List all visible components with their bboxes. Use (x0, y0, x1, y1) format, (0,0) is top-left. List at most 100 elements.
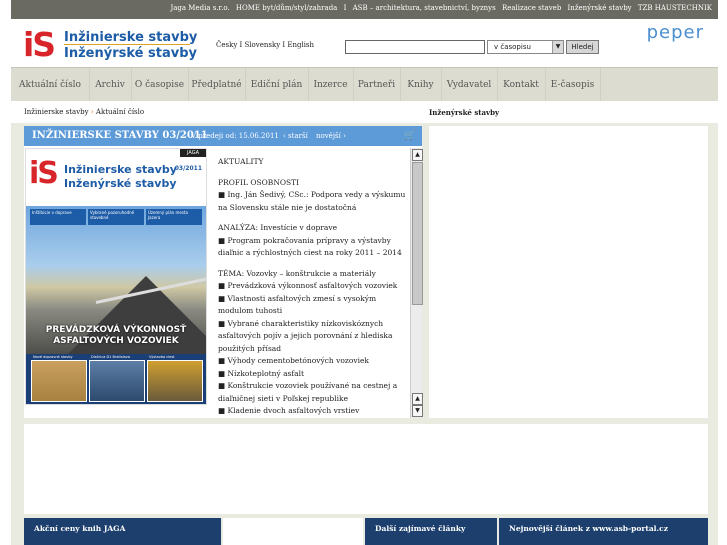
top-link-home[interactable]: HOME byt/dům/styl/zahrada (236, 4, 337, 12)
top-link-sep: I (343, 4, 347, 12)
scroll-up-icon[interactable]: ▲ (412, 393, 423, 405)
issue-contents: AKTUALITY PROFIL OSOBNOSTI ■ Ing. Ján Še… (218, 156, 408, 416)
breadcrumb: Inžinierske stavby › Aktuální číslo (24, 108, 144, 116)
cover-thumb-label: Nové dopravné stavby (33, 355, 73, 359)
top-links: Jaga Media s.r.o. HOME byt/dům/styl/zahr… (166, 4, 712, 12)
nav-item-edicni-plan[interactable]: Ediční plán (245, 68, 309, 102)
latest-article-header: Nejnovější článek z www.asb-portal.cz (499, 518, 708, 545)
chevron-left-icon: ‹ (283, 132, 286, 140)
breadcrumb-arrow-icon: › (90, 108, 94, 116)
scroll-down-icon[interactable]: ▼ (412, 405, 423, 417)
issue-date: V predeji od: 15.06.2011 (191, 132, 279, 140)
toc-spacer (218, 169, 408, 177)
chevron-down-icon[interactable]: ▼ (552, 41, 563, 53)
scroll-up-icon[interactable]: ▲ (412, 149, 423, 161)
cover-bottom-strip: Nové dopravné stavby Diaľnica D1 Bratisl… (26, 354, 206, 404)
cover-logo-mark: iS (29, 156, 59, 191)
chevron-right-icon: › (343, 132, 346, 140)
top-link-tzb[interactable]: TZB HAUSTECHNIK (638, 4, 712, 12)
logo-line-2: Inženýrské stavby (64, 46, 197, 61)
breadcrumb-current: Aktuální číslo (95, 108, 145, 116)
nav-item-e-casopis[interactable]: E-časopis (545, 68, 601, 102)
more-articles-title[interactable]: Další zajímavé články (375, 524, 465, 533)
cover-title-line-2: Inženýrské stavby (64, 177, 177, 190)
breadcrumb-row: Inžinierske stavby › Aktuální číslo Inže… (11, 101, 718, 123)
language-switcher[interactable]: Česky I Slovensky I English (216, 41, 314, 49)
prev-issue-link[interactable]: ‹ starší (283, 132, 308, 140)
nav-item-predplatne[interactable]: Předplatné (188, 68, 246, 102)
top-link-realizace[interactable]: Realizace staveb (502, 4, 561, 12)
toc-spacer (218, 260, 408, 268)
prev-issue-label: starší (288, 132, 308, 140)
toc-heading[interactable]: AKTUALITY (218, 156, 408, 169)
scrollbar-thumb[interactable] (412, 162, 423, 305)
site-logo[interactable]: iS Inžinierske stavby Inženýrské stavby (23, 25, 197, 64)
cart-icon[interactable]: 🛒 (404, 130, 416, 141)
main-nav: Aktuální číslo Archiv O časopise Předpla… (11, 67, 718, 103)
nav-item-archiv[interactable]: Archiv (89, 68, 132, 102)
cover-publisher-badge: JAGA (180, 149, 206, 157)
toc-item[interactable]: ■ Vlastnosti asfaltových zmesí s vysokým… (218, 293, 408, 318)
nav-item-vydavatel[interactable]: Vydavatel (441, 68, 498, 102)
logo-mark: iS (23, 25, 56, 64)
toc-item[interactable]: ■ Výhody cementobetónových vozoviek (218, 355, 408, 368)
more-articles-header: Další zajímavé články (365, 518, 497, 545)
partner-logo[interactable]: peper (647, 22, 704, 43)
toc-heading[interactable]: TÉMA: Vozovky – konštrukcie a materiály (218, 268, 408, 281)
cover-title-line-1: Inžinierske stavby (64, 163, 177, 176)
cover-teaser: Vybrané pozoruhodné stavebné (88, 209, 144, 225)
cover-teaser: Inštitúcie v doprave (30, 209, 86, 225)
next-issue-link[interactable]: novější › (316, 132, 346, 140)
toc-item[interactable]: ■ Nízkoteplotný asfalt (218, 368, 408, 381)
logo-line-1: Inžinierske stavby (64, 30, 198, 45)
toc-heading[interactable]: PROFIL OSOBNOSTI (218, 177, 408, 190)
nav-item-kontakt[interactable]: Kontakt (497, 68, 546, 102)
cover-headline-2: ASFALTOVÝCH VOZOVIEK (53, 336, 179, 346)
cover-thumb: Nové dopravné stavby (31, 355, 87, 402)
latest-article-title[interactable]: Nejnovější článek z www.asb-portal.cz (509, 524, 668, 533)
search-input[interactable] (345, 40, 485, 54)
right-column-title: Inženýrské stavby (429, 108, 500, 117)
blank-box (223, 518, 363, 545)
top-link-jaga[interactable]: Jaga Media s.r.o. (170, 4, 229, 12)
breadcrumb-home[interactable]: Inžinierske stavby (24, 108, 89, 116)
cover-teaser: Územný plán mesta Jazera (146, 209, 202, 225)
toc-heading[interactable]: ANALÝZA: Investície v doprave (218, 222, 408, 235)
search-button[interactable]: Hledej (566, 40, 599, 54)
books-box-title[interactable]: Akční ceny knih JAGA (34, 524, 125, 533)
toc-item[interactable]: ■ Program pokračovania prípravy a výstav… (218, 235, 408, 260)
issue-title: INŽINIERSKE STAVBY 03/2011 (32, 130, 208, 141)
toc-item[interactable]: ■ Prevádzková výkonnosť asfaltových vozo… (218, 280, 408, 293)
toc-item[interactable]: ■ Ing. Ján Šedivý, CSc.: Podpora vedy a … (218, 189, 408, 214)
top-link-inzenyrske[interactable]: Inženýrské stavby (568, 4, 632, 12)
top-link-asb[interactable]: ASB – architektura, stavebnictví, byznys (353, 4, 496, 12)
cover-teasers: Inštitúcie v doprave Vybrané pozoruhodné… (30, 209, 202, 227)
top-bar: Jaga Media s.r.o. HOME byt/dům/styl/zahr… (11, 0, 718, 19)
cover-headline-1: PREVÁDZKOVÁ VÝKONNOSŤ (45, 325, 187, 335)
next-issue-label: novější (316, 132, 341, 140)
nav-item-knihy[interactable]: Knihy (400, 68, 442, 102)
contents-scrollbar[interactable]: ▲ ▲ ▼ (410, 148, 423, 418)
toc-item[interactable]: ■ Konštrukcie vozoviek používané na cest… (218, 380, 408, 405)
nav-item-partneri[interactable]: Partneři (353, 68, 401, 102)
header: iS Inžinierske stavby Inženýrské stavby … (11, 19, 718, 67)
current-issue-panel: INŽINIERSKE STAVBY 03/2011 V predeji od:… (24, 126, 423, 418)
toc-item[interactable]: ■ Vybrané charakteristiky nízkoviskóznyc… (218, 318, 408, 356)
search-scope-value: v časopisu (494, 43, 531, 51)
issue-cover[interactable]: JAGA iS Inžinierske stavby Inženýrské st… (25, 148, 207, 405)
issue-header: INŽINIERSKE STAVBY 03/2011 V predeji od:… (24, 126, 422, 146)
cover-thumb: Výstavba ciest (147, 355, 203, 402)
nav-item-o-casopise[interactable]: O časopise (131, 68, 189, 102)
page: Jaga Media s.r.o. HOME byt/dům/styl/zahr… (11, 0, 718, 545)
cover-masthead: JAGA iS Inžinierske stavby Inženýrské st… (26, 149, 206, 205)
cover-thumb-label: Výstavba ciest (149, 355, 175, 359)
toc-spacer (218, 214, 408, 222)
nav-item-inzerce[interactable]: Inzerce (308, 68, 354, 102)
right-column-panel (429, 126, 708, 418)
cover-photo: Inštitúcie v doprave Vybrané pozoruhodné… (26, 206, 206, 354)
logo-rule (64, 44, 190, 45)
nav-item-aktualni-cislo[interactable]: Aktuální číslo (11, 68, 90, 102)
search-scope-select[interactable]: v časopisu ▼ (487, 40, 564, 54)
toc-item[interactable]: ■ Kladenie dvoch asfaltových vrstiev (218, 405, 408, 416)
cover-thumb: Diaľnica D1 Bratislava (89, 355, 145, 402)
